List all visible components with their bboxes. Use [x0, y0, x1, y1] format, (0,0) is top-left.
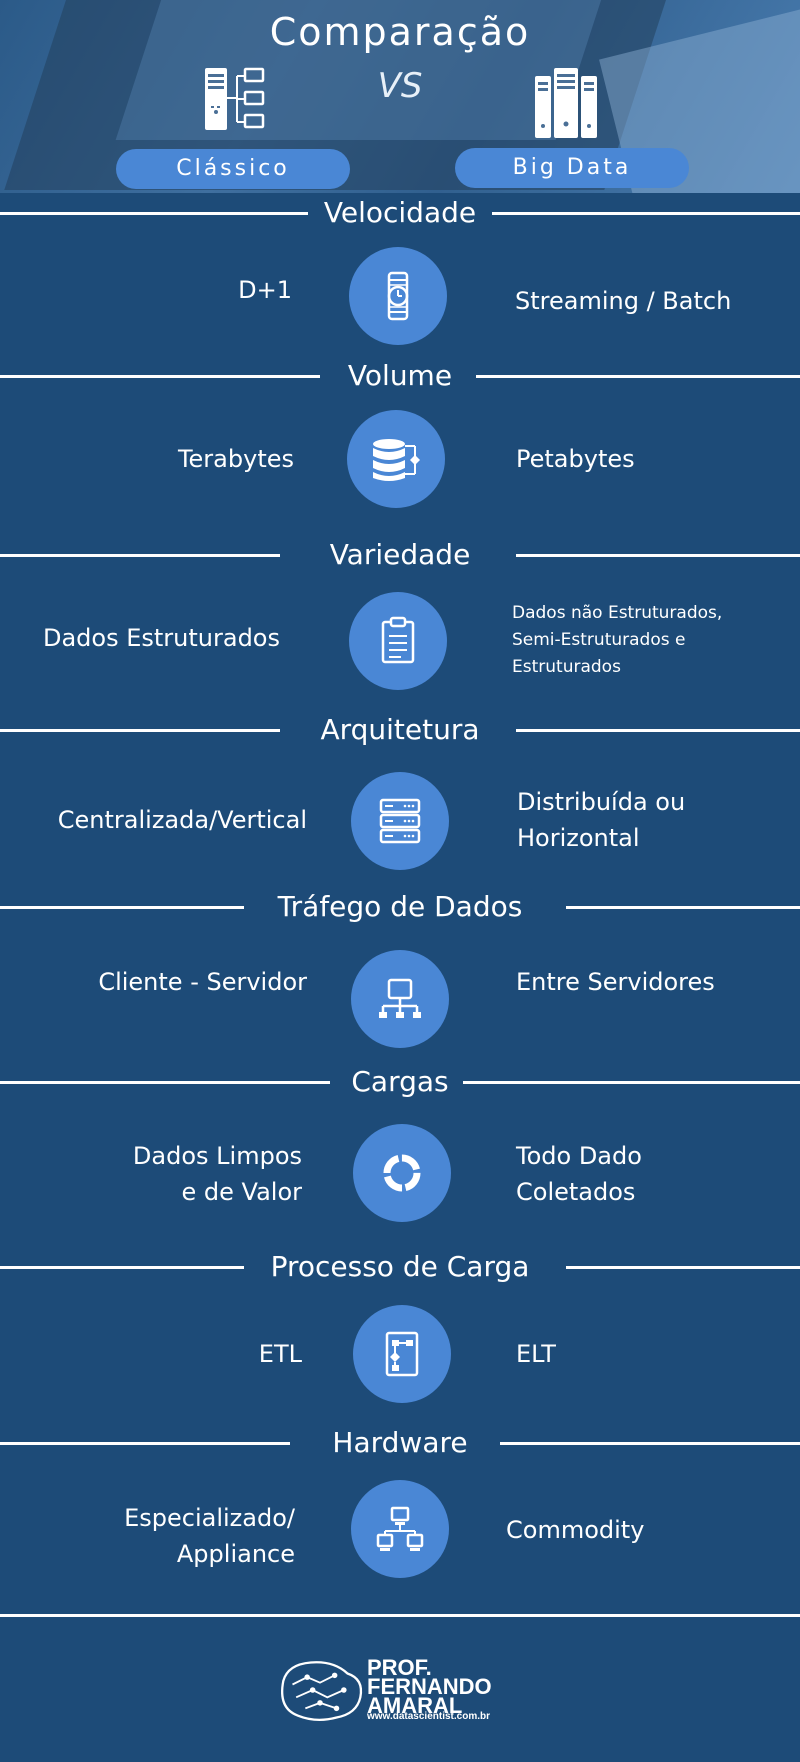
bigdata-pill: Big Data	[455, 148, 689, 188]
section-header-hardware: Hardware	[0, 1423, 800, 1463]
section-header-arquitetura: Arquitetura	[0, 710, 800, 750]
ring-icon	[353, 1124, 451, 1222]
bigdata-server-icon	[535, 68, 597, 138]
classic-server-icon	[205, 67, 265, 130]
watch-icon	[349, 247, 447, 345]
classic-value: Dados Limpos e de Valor	[133, 1138, 302, 1210]
section-header-velocidade: Velocidade	[0, 193, 800, 233]
bigdata-value: Petabytes	[516, 445, 635, 473]
bigdata-value: Commodity	[506, 1516, 645, 1544]
classic-value: Especializado/ Appliance	[124, 1500, 295, 1572]
section-header-variedade: Variedade	[0, 535, 800, 575]
classic-value: Cliente - Servidor	[98, 968, 307, 996]
section-header-cargas: Cargas	[0, 1062, 800, 1102]
section-title: Arquitetura	[0, 710, 800, 750]
section-title: Volume	[0, 356, 800, 396]
section-title: Velocidade	[0, 193, 800, 233]
bigdata-value: Distribuída ou Horizontal	[517, 784, 685, 856]
bigdata-value-line: Coletados	[516, 1178, 636, 1206]
clipboard-icon	[349, 592, 447, 690]
section-title: Processo de Carga	[0, 1247, 800, 1287]
website-url: www.datascientist.com.br	[367, 1711, 490, 1722]
classic-value: D+1	[238, 276, 292, 304]
brain-circuit-logo	[281, 1661, 363, 1721]
classic-value-line: Appliance	[176, 1540, 295, 1568]
bigdata-value-line: Distribuída ou	[517, 788, 686, 816]
classic-value: Centralizada/Vertical	[57, 806, 307, 834]
bigdata-value: ELT	[516, 1340, 556, 1368]
section-header-volume: Volume	[0, 356, 800, 396]
bigdata-value-line: Horizontal	[517, 824, 640, 852]
section-title: Cargas	[0, 1062, 800, 1102]
bigdata-value: Streaming / Batch	[515, 287, 732, 315]
database-icon	[347, 410, 445, 508]
section-title: Tráfego de Dados	[0, 887, 800, 927]
page-title: Comparação	[269, 10, 531, 54]
computers-icon	[351, 1480, 449, 1578]
section-title: Hardware	[0, 1423, 800, 1463]
server-stack-icon	[351, 772, 449, 870]
logo-wordmark: PROF. FERNANDO AMARAL	[367, 1657, 492, 1717]
classic-pill: Clássico	[116, 149, 350, 189]
bigdata-value-line: Todo Dado	[516, 1142, 642, 1170]
classic-value-line: Dados Limpos	[132, 1142, 302, 1170]
classic-value: ETL	[258, 1340, 302, 1368]
bigdata-value: Dados não Estruturados, Semi-Estruturado…	[512, 600, 722, 681]
network-icon	[351, 950, 449, 1048]
bigdata-value: Entre Servidores	[516, 968, 715, 996]
classic-value-line: e de Valor	[181, 1178, 302, 1206]
section-header-trafego: Tráfego de Dados	[0, 887, 800, 927]
section-title: Variedade	[0, 535, 800, 575]
bigdata-value-line: Semi-Estruturados e	[512, 630, 686, 650]
bigdata-value-line: Dados não Estruturados,	[512, 603, 723, 623]
classic-value: Dados Estruturados	[42, 624, 280, 652]
section-header-processo: Processo de Carga	[0, 1247, 800, 1287]
bigdata-value-line: Estruturados	[512, 657, 621, 677]
classic-value: Terabytes	[177, 445, 294, 473]
flowchart-icon	[353, 1305, 451, 1403]
footer-divider	[0, 1614, 800, 1617]
vs-label: VS	[377, 66, 423, 106]
bigdata-value: Todo Dado Coletados	[516, 1138, 642, 1210]
classic-value-line: Especializado/	[124, 1504, 295, 1532]
